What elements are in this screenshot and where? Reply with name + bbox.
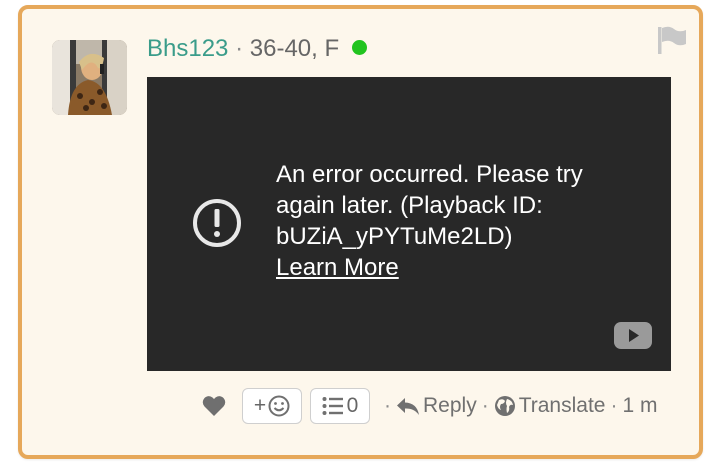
footer-separator: · [384, 394, 391, 417]
video-player[interactable]: An error occurred. Please try again late… [147, 77, 671, 371]
smiley-icon [268, 395, 290, 417]
translate-label: Translate [518, 394, 606, 417]
add-reaction-plus: + [253, 394, 267, 417]
list-button[interactable]: 0 [310, 388, 370, 424]
header-separator: · [235, 35, 244, 62]
youtube-icon[interactable] [614, 322, 652, 354]
add-reaction-button[interactable]: + [242, 388, 302, 424]
reply-button[interactable]: Reply [396, 394, 477, 418]
flag-icon[interactable] [657, 25, 687, 60]
post-header: Bhs123 · 36-40, F [147, 33, 367, 65]
footer-separator: · [481, 394, 489, 417]
post-card: Bhs123 · 36-40, F An error occurred. Ple… [18, 5, 703, 459]
error-message: An error occurred. Please try again late… [276, 161, 583, 250]
globe-icon [494, 395, 519, 417]
username-link[interactable]: Bhs123 [147, 35, 228, 62]
timestamp: 1 m [622, 394, 658, 417]
learn-more-link[interactable]: Learn More [276, 252, 399, 283]
list-count: 0 [346, 394, 359, 417]
footer-separator: · [610, 394, 618, 417]
online-status-dot [351, 40, 367, 56]
age-gender: 36-40, F [249, 35, 340, 62]
post-footer: + 0 · Reply · Translate · 1 m [202, 387, 657, 425]
reply-arrow-icon [396, 396, 423, 416]
reply-label: Reply [423, 394, 477, 417]
list-icon [322, 396, 344, 416]
alert-circle-icon [191, 197, 243, 254]
heart-icon[interactable] [202, 395, 226, 417]
translate-button[interactable]: Translate [494, 394, 606, 418]
error-message-block: An error occurred. Please try again late… [276, 159, 636, 283]
avatar[interactable] [52, 40, 127, 115]
